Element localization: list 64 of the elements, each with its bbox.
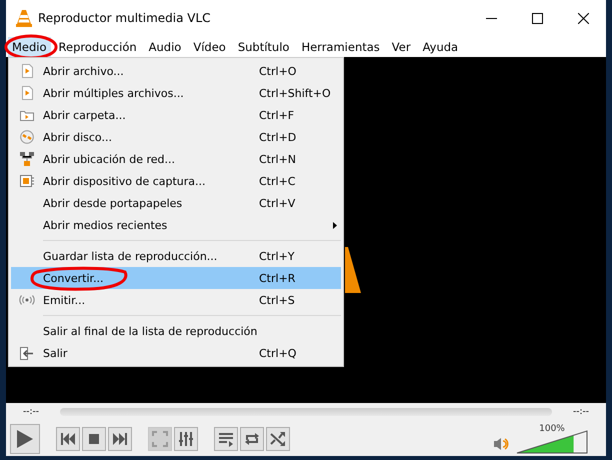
shortcut-label: Ctrl+C [259,174,296,188]
shortcut-label: Ctrl+Y [259,250,295,262]
menu-bar-item[interactable]: Subtítulo [234,36,294,56]
menu-bar-item[interactable]: Vídeo [189,36,230,56]
menu-item[interactable]: Salir Ctrl+Q [11,342,341,364]
menu-item[interactable]: Salir al final de la lista de reproducción [11,320,341,342]
disc-icon [20,130,34,144]
shortcut-label: Ctrl+D [259,130,296,144]
menu-item[interactable]: Abrir disco... Ctrl+D [11,126,341,148]
shortcut-label: Ctrl+R [259,272,296,284]
elapsed-time: --:-- [22,407,40,417]
shortcut-label: Ctrl+F [259,108,294,122]
menu-item[interactable]: Convertir... Ctrl+R [11,267,341,289]
menu-item[interactable]: Emitir... Ctrl+S [11,289,341,311]
playlist-icon [218,430,234,446]
network-icon [20,152,34,166]
window-title: Reproductor multimedia VLC [38,11,212,25]
capture-card-icon [20,175,34,187]
play-icon [17,430,33,448]
exit-icon [20,346,34,360]
equalizer-button[interactable] [174,426,198,450]
shortcut-label: Ctrl+V [259,196,296,210]
menu-item[interactable]: Abrir medios recientes [11,214,341,236]
menu-bar-item[interactable]: Audio [144,36,186,56]
shortcut-label: Ctrl+O [259,64,296,78]
shortcut-label: Ctrl+Shift+O [259,86,331,100]
menu-bar-item[interactable]: Herramientas [297,36,384,56]
menu-item[interactable]: Guardar lista de reproducción... Ctrl+Y [11,245,341,267]
menu-bar-item[interactable]: Ayuda [418,36,462,56]
broadcast-icon [19,295,35,305]
previous-button[interactable] [56,426,80,450]
next-button[interactable] [108,426,132,450]
remaining-time: --:-- [572,407,590,417]
folder-icon [20,110,34,120]
play-button[interactable] [10,424,40,454]
menu-item[interactable]: Abrir dispositivo de captura... Ctrl+C [11,170,341,192]
menu-item[interactable]: Abrir carpeta... Ctrl+F [11,104,341,126]
maximize-icon [532,12,542,24]
highlight-circle [4,34,58,60]
stop-button[interactable] [82,426,106,450]
menu-bar-item[interactable]: Ver [388,36,415,56]
sliders-icon [178,430,194,446]
file-icon [22,64,32,78]
volume-slider[interactable] [516,430,588,454]
menu-item[interactable]: Abrir desde portapapeles Ctrl+V [11,192,341,214]
shortcut-label: Ctrl+Q [259,346,296,360]
close-icon [578,12,588,24]
menu-item[interactable]: Abrir ubicación de red... Ctrl+N [11,148,341,170]
menu-bar-item[interactable]: Reproducción [54,36,141,56]
volume-reading: 100% [539,424,565,434]
previous-icon [60,430,76,446]
shuffle-icon [270,430,286,446]
next-icon [112,430,128,446]
menu-item[interactable]: Abrir archivo... Ctrl+O [11,60,341,82]
loop-icon [244,430,260,446]
menu-item[interactable]: Abrir múltiples archivos... Ctrl+Shift+O [11,82,341,104]
speaker-icon[interactable] [494,436,510,450]
shuffle-button[interactable] [266,426,290,450]
loop-button[interactable] [240,426,264,450]
playlist-button[interactable] [214,426,238,450]
shortcut-label: Ctrl+N [259,152,296,166]
file-icon [22,86,32,100]
shortcut-label: Ctrl+S [259,294,295,306]
fullscreen-icon [152,430,168,446]
